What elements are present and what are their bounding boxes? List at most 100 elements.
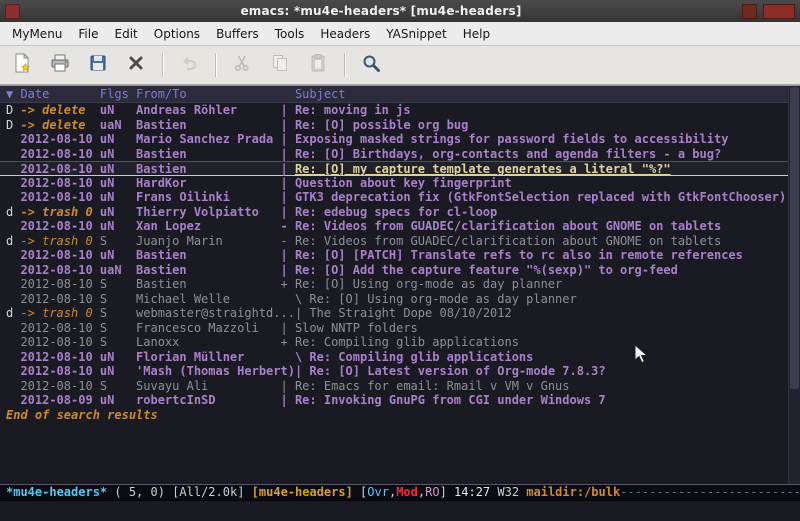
column-header-from[interactable]: From/To xyxy=(136,86,280,102)
thread-indicator: | xyxy=(295,364,309,378)
thread-indicator: | xyxy=(281,147,295,161)
message-from: webmaster@straightd... xyxy=(136,306,295,321)
message-from: Francesco Mazzoli xyxy=(136,321,280,336)
menu-yasnippet[interactable]: YASnippet xyxy=(378,24,455,44)
thread-indicator: | xyxy=(281,132,295,146)
message-row[interactable]: 2012-08-10uN'Mash (Thomas Herbert)| Re: … xyxy=(0,364,800,379)
message-row[interactable]: d-> trash 0SJuanjo Marin- Re: Videos fro… xyxy=(0,234,800,249)
column-header-date[interactable]: Date xyxy=(20,86,99,102)
undo-button xyxy=(175,51,203,79)
message-flags: uN xyxy=(100,248,136,263)
minimize-button[interactable] xyxy=(742,4,757,19)
message-flags: S xyxy=(100,379,136,394)
message-from: Frans Oilinki xyxy=(136,190,280,205)
close-button[interactable] xyxy=(763,4,795,19)
message-flags: S xyxy=(100,335,136,350)
menu-headers[interactable]: Headers xyxy=(312,24,378,44)
thread-indicator: | xyxy=(295,306,309,320)
message-from: Mario Sanchez Prada xyxy=(136,132,280,147)
message-date: 2012-08-10 xyxy=(20,379,99,394)
modeline-segment-plain: ] xyxy=(440,485,454,499)
menu-edit[interactable]: Edit xyxy=(107,24,146,44)
message-from: Bastien xyxy=(136,118,280,133)
menu-bar: MyMenuFileEditOptionsBuffersToolsHeaders… xyxy=(0,22,800,46)
message-row[interactable]: 2012-08-10uNHardKor| Question about key … xyxy=(0,176,800,191)
message-row[interactable]: D-> deleteuaNBastien| Re: [O] possible o… xyxy=(0,118,800,133)
message-date: 2012-08-10 xyxy=(20,263,99,278)
message-mark-action: -> trash 0 xyxy=(20,205,99,220)
new-file-button[interactable] xyxy=(8,51,36,79)
menu-help[interactable]: Help xyxy=(455,24,498,44)
message-mark-action: -> delete xyxy=(20,118,99,133)
title-bar[interactable]: emacs: *mu4e-headers* [mu4e-headers] xyxy=(0,0,800,22)
message-subject: Re: [O] Add the capture feature "%(sexp)… xyxy=(295,263,678,277)
thread-indicator: \ xyxy=(281,350,310,364)
message-mark-action: -> trash 0 xyxy=(20,234,99,249)
copy-button xyxy=(266,51,294,79)
message-row[interactable]: 2012-08-10SMichael Welle \ Re: [O] Using… xyxy=(0,292,800,307)
message-row[interactable]: 2012-08-09uNrobertcInSD| Re: Invoking Gn… xyxy=(0,393,800,408)
message-row[interactable]: d-> trash 0uNThierry Volpiatto| Re: edeb… xyxy=(0,205,800,220)
message-from: Xan Lopez xyxy=(136,219,280,234)
message-from: 'Mash (Thomas Herbert) xyxy=(136,364,295,379)
tool-bar xyxy=(0,46,800,85)
magnifier-icon xyxy=(361,53,381,77)
message-subject: Re: Emacs for email: Rmail v VM v Gnus xyxy=(295,379,570,393)
column-gap xyxy=(281,86,295,102)
message-mark: d xyxy=(6,234,20,249)
message-row[interactable]: 2012-08-10SFrancesco Mazzoli| Slow NNTP … xyxy=(0,321,800,336)
scrollbar-thumb[interactable] xyxy=(790,87,799,389)
thread-indicator: - xyxy=(281,234,295,248)
search-button[interactable] xyxy=(357,51,385,79)
message-subject: Re: Videos from GUADEC/clarification abo… xyxy=(295,219,721,233)
thread-indicator: | xyxy=(281,321,295,335)
message-mark: d xyxy=(6,205,20,220)
message-list: D-> deleteuNAndreas Röhler| Re: moving i… xyxy=(0,103,800,408)
message-row[interactable]: 2012-08-10SBastien+ Re: [O] Using org-mo… xyxy=(0,277,800,292)
kill-buffer-button[interactable] xyxy=(122,51,150,79)
message-row[interactable]: d-> trash 0Swebmaster@straightd...| The … xyxy=(0,306,800,321)
message-flags: uN xyxy=(100,393,136,408)
message-mark-action: -> delete xyxy=(20,103,99,118)
message-date: 2012-08-10 xyxy=(20,321,99,336)
column-header-subject[interactable]: Subject xyxy=(295,87,346,101)
menu-tools[interactable]: Tools xyxy=(267,24,313,44)
window-controls xyxy=(742,4,795,19)
scrollbar-track[interactable] xyxy=(788,86,800,484)
message-row[interactable]: 2012-08-10uNFrans Oilinki| GTK3 deprecat… xyxy=(0,190,800,205)
message-row[interactable]: 2012-08-10uaNBastien| Re: [O] Add the ca… xyxy=(0,263,800,278)
message-subject: Re: [O] possible org bug xyxy=(295,118,468,132)
message-row[interactable]: 2012-08-10SSuvayu Ali| Re: Emacs for ema… xyxy=(0,379,800,394)
column-header-flags[interactable]: Flgs xyxy=(100,86,136,102)
message-row[interactable]: D-> deleteuNAndreas Röhler| Re: moving i… xyxy=(0,103,800,118)
clipboard-icon xyxy=(308,53,328,77)
message-flags: S xyxy=(100,306,136,321)
save-button[interactable] xyxy=(84,51,112,79)
modeline-segment-time: 14:27 xyxy=(454,485,490,499)
message-subject: Re: edebug specs for cl-loop xyxy=(295,205,497,219)
print-button[interactable] xyxy=(46,51,74,79)
message-date: 2012-08-10 xyxy=(20,190,99,205)
echo-area[interactable] xyxy=(0,501,800,521)
sort-direction-icon: ▼ xyxy=(6,86,20,102)
message-row[interactable]: 2012-08-10uNXan Lopez- Re: Videos from G… xyxy=(0,219,800,234)
menu-mymenu[interactable]: MyMenu xyxy=(4,24,70,44)
window-menu-icon[interactable] xyxy=(5,4,20,19)
thread-indicator: | xyxy=(281,248,295,262)
message-flags: uN xyxy=(100,190,136,205)
message-row[interactable]: 2012-08-10uNBastien| Re: [O] Birthdays, … xyxy=(0,147,800,162)
message-from: robertcInSD xyxy=(136,393,280,408)
message-row[interactable]: 2012-08-10uNBastien| Re: [O] [PATCH] Tra… xyxy=(0,248,800,263)
menu-buffers[interactable]: Buffers xyxy=(208,24,267,44)
menu-file[interactable]: File xyxy=(70,24,106,44)
message-row-current[interactable]: 2012-08-10uNBastien| Re: [O] my capture … xyxy=(0,161,800,176)
modeline-segment-plain: W32 xyxy=(490,485,526,499)
message-row[interactable]: 2012-08-10uNMario Sanchez Prada| Exposin… xyxy=(0,132,800,147)
message-row[interactable]: 2012-08-10uNFlorian Müllner \ Re: Compil… xyxy=(0,350,800,365)
message-row[interactable]: 2012-08-10SLanoxx+ Re: Compiling glib ap… xyxy=(0,335,800,350)
message-date: 2012-08-10 xyxy=(20,132,99,147)
menu-options[interactable]: Options xyxy=(146,24,208,44)
thread-indicator: | xyxy=(281,205,295,219)
thread-indicator: | xyxy=(281,190,295,204)
thread-indicator: | xyxy=(281,393,295,407)
